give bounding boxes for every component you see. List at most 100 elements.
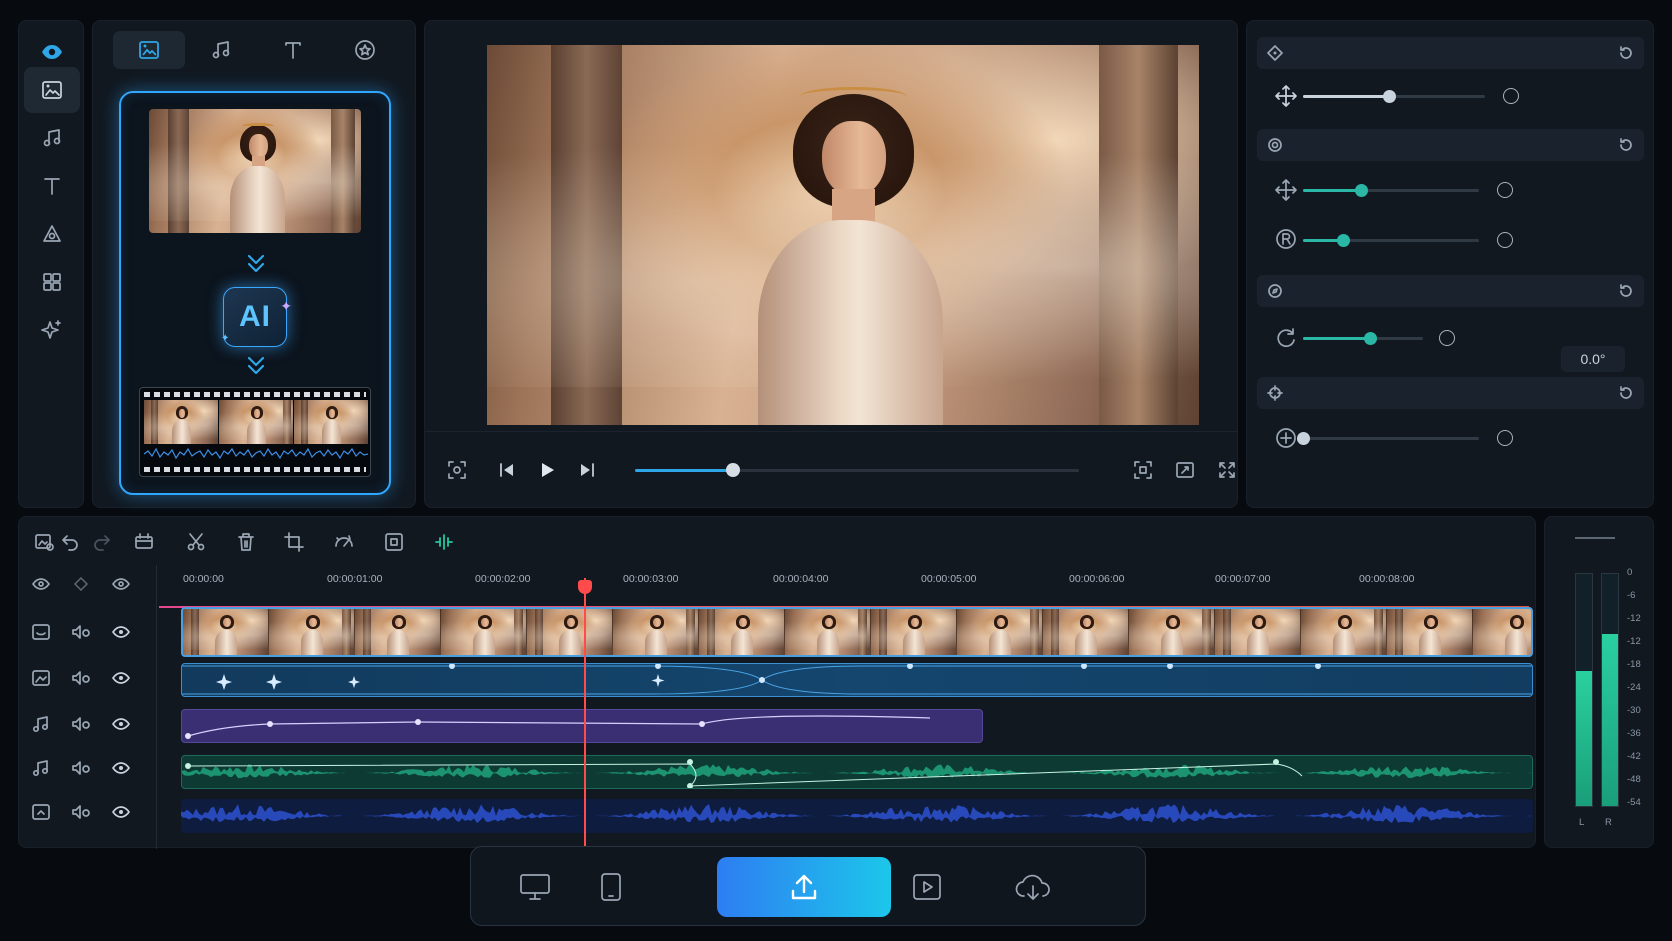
reset-icon[interactable]: [1618, 283, 1634, 299]
rotation-angle-input[interactable]: 0.0°: [1561, 346, 1625, 372]
video-clip[interactable]: [181, 607, 1533, 657]
cloud-icon[interactable]: [1003, 857, 1063, 917]
templates-icon[interactable]: [24, 259, 80, 305]
playhead[interactable]: [584, 578, 586, 848]
playback-controls: [425, 431, 1278, 509]
time-label: 00:00:04:00: [773, 573, 829, 585]
eye-icon[interactable]: [111, 623, 131, 641]
text-icon[interactable]: [24, 163, 80, 209]
crop-ratio-icon[interactable]: [1173, 458, 1197, 482]
audio-detect-icon[interactable]: [433, 531, 455, 553]
target-icon: [1268, 138, 1282, 152]
time-label: 00:00:00: [183, 573, 224, 585]
playback-scrubber[interactable]: [635, 463, 1079, 477]
opacity-slider[interactable]: [1297, 432, 1479, 445]
play-icon[interactable]: [897, 857, 957, 917]
reset-icon[interactable]: [1618, 385, 1634, 401]
mute-icon[interactable]: [71, 669, 91, 687]
mute-icon[interactable]: [71, 623, 91, 641]
crop-icon[interactable]: [283, 531, 305, 553]
eye-icon[interactable]: [31, 575, 51, 593]
audio-track-icon: [31, 759, 51, 777]
rotation-slider[interactable]: [1303, 332, 1423, 345]
eye-icon[interactable]: [111, 715, 131, 733]
add-media-icon[interactable]: [33, 531, 55, 553]
timeline-ruler[interactable]: 00:00:00 00:00:01:00 00:00:02:00 00:00:0…: [159, 565, 1537, 608]
position-slider[interactable]: [1303, 90, 1485, 103]
voiceover-track-icon: [31, 803, 51, 821]
eye-icon[interactable]: [111, 803, 131, 821]
effects-icon[interactable]: [24, 211, 80, 257]
skip-forward-icon[interactable]: [575, 458, 599, 482]
sparkle-icon[interactable]: [24, 307, 80, 353]
eye-icon[interactable]: [111, 759, 131, 777]
cut-icon[interactable]: [185, 531, 207, 553]
rotation-section[interactable]: [1257, 275, 1644, 307]
meter-left-channel: [1575, 573, 1593, 807]
mute-icon[interactable]: [71, 759, 91, 777]
music-clip[interactable]: [181, 709, 983, 743]
diamond-icon[interactable]: [71, 575, 91, 593]
snapshot-icon[interactable]: [445, 458, 469, 482]
meter-scale-label: -6: [1627, 590, 1636, 601]
eye-icon[interactable]: [111, 575, 131, 593]
keyframe-toggle[interactable]: [1497, 430, 1513, 446]
channel-label: R: [1605, 817, 1612, 828]
scale-slider[interactable]: [1303, 184, 1479, 197]
fullscreen-icon[interactable]: [1215, 458, 1239, 482]
skip-back-icon[interactable]: [495, 458, 519, 482]
source-image-thumbnail: [149, 109, 361, 233]
reset-icon[interactable]: [1618, 137, 1634, 153]
desktop-icon[interactable]: [505, 857, 565, 917]
rotate-icon: [1277, 328, 1295, 348]
eye-icon[interactable]: [111, 669, 131, 687]
video-track-icon: [31, 623, 51, 641]
sticker-tab-icon[interactable]: [329, 31, 401, 69]
add-circle-icon: [1276, 428, 1296, 448]
preview-canvas[interactable]: [487, 45, 1199, 425]
meter-scale-label: -30: [1627, 705, 1641, 716]
ai-generate-card[interactable]: AI ✦ ✦: [119, 91, 391, 495]
effects-clip[interactable]: [181, 663, 1533, 697]
keyframe-toggle[interactable]: [1497, 232, 1513, 248]
upload-icon[interactable]: [717, 857, 891, 917]
meter-scale-label: -48: [1627, 774, 1641, 785]
keyframe-toggle[interactable]: [1439, 330, 1455, 346]
transform-section[interactable]: [1257, 37, 1644, 69]
freeze-frame-icon[interactable]: [383, 531, 405, 553]
audio-clip[interactable]: [181, 755, 1533, 789]
mute-icon[interactable]: [71, 803, 91, 821]
reset-icon[interactable]: [1618, 45, 1634, 61]
media-panel: AI ✦ ✦: [92, 20, 416, 508]
time-label: 00:00:07:00: [1215, 573, 1271, 585]
audio-meter: 0 -6 -12 -12 -18 -24 -30 -36 -42 -48 -54…: [1544, 516, 1654, 848]
scrubber-handle[interactable]: [725, 463, 740, 477]
meter-header: [1575, 537, 1615, 539]
fit-screen-icon[interactable]: [1131, 458, 1155, 482]
text-tab-icon[interactable]: [257, 31, 329, 69]
scale-section[interactable]: [1257, 129, 1644, 161]
media-icon[interactable]: [24, 67, 80, 113]
keyframe-toggle[interactable]: [1497, 182, 1513, 198]
compass-icon: [1268, 284, 1282, 298]
play-icon[interactable]: [535, 458, 559, 482]
chevron-down-icon: [247, 356, 265, 375]
voiceover-clip[interactable]: [181, 799, 1533, 833]
speed-icon[interactable]: [333, 531, 355, 553]
rotate-r-slider[interactable]: [1303, 234, 1479, 247]
music-tab-icon[interactable]: [185, 31, 257, 69]
undo-icon[interactable]: [59, 531, 81, 553]
waveform: [144, 447, 368, 460]
anchor-section[interactable]: [1257, 377, 1644, 409]
mute-icon[interactable]: [71, 715, 91, 733]
delete-icon[interactable]: [235, 531, 257, 553]
keyframe-toggle[interactable]: [1503, 88, 1519, 104]
image-tab-icon[interactable]: [113, 31, 185, 69]
chevron-down-icon: [247, 254, 265, 273]
channel-label: L: [1579, 817, 1585, 828]
phone-icon[interactable]: [581, 857, 641, 917]
music-icon[interactable]: [24, 115, 80, 161]
diamond-icon: [1267, 45, 1283, 61]
redo-icon[interactable]: [91, 531, 113, 553]
split-clip-icon[interactable]: [133, 531, 155, 553]
